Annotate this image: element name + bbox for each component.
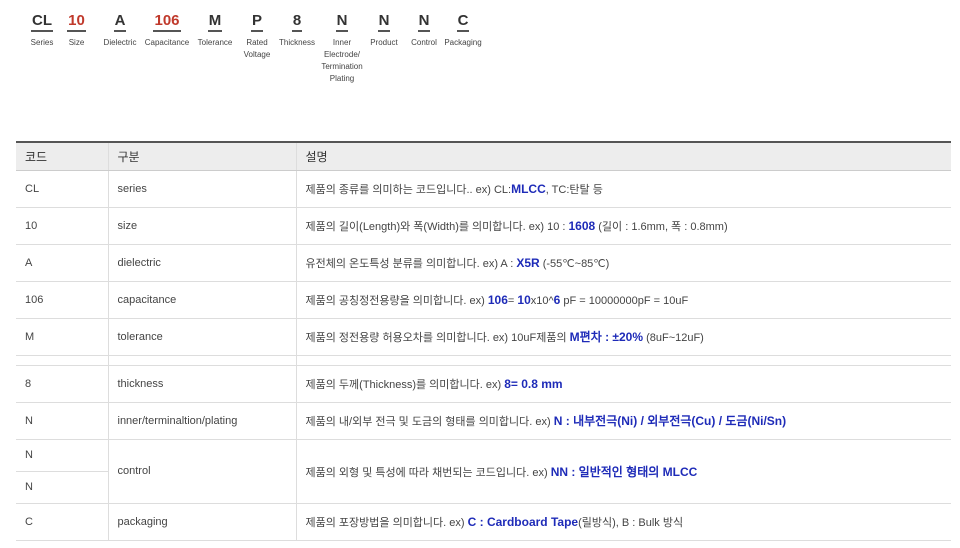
code-char: C	[456, 12, 470, 32]
code-size: 10 Size	[58, 12, 95, 49]
table-row-tolerance: M tolerance 제품의 정전용량 허용오차를 의미합니다. ex) 10…	[16, 318, 951, 356]
code-label: Packaging	[444, 38, 482, 47]
code-packaging: C Packaging	[443, 12, 483, 49]
table-row-series: CL series 제품의 종류를 의미하는 코드입니다.. ex) CL:ML…	[16, 170, 951, 208]
cell-code: CL	[16, 170, 108, 208]
cell-category: packaging	[107, 503, 296, 541]
cell-code: M	[16, 318, 108, 356]
cell-code: 106	[16, 281, 108, 319]
cell-category: size	[107, 207, 296, 245]
header-category: 구분	[107, 141, 296, 171]
cell-code	[16, 355, 108, 366]
code-capacitance: 106 Capacitance	[143, 12, 191, 49]
code-char: 10	[67, 12, 86, 32]
code-inner-electrode: N Inner Electrode/Termination Plating	[319, 12, 365, 85]
header-description: 설명	[295, 141, 951, 171]
code-control: N Control	[405, 12, 443, 49]
cell-description: 제품의 정전용량 허용오차를 의미합니다. ex) 10uF제품의 M편차 : …	[295, 318, 951, 356]
code-label: Inner Electrode/Termination Plating	[321, 38, 363, 83]
cell-description: 제품의 포장방법을 의미합니다. ex) C : Cardboard Tape(…	[295, 503, 951, 541]
code-char: 106	[153, 12, 181, 32]
cell-code: N	[16, 471, 108, 504]
code-label: Tolerance	[197, 38, 233, 47]
code-label: Dielectric	[103, 38, 137, 47]
cell-code: N	[16, 402, 108, 440]
table-row-capacitance: 106 capacitance 제품의 공칭정전용량을 의미합니다. ex) 1…	[16, 281, 951, 319]
table-row-control: N control 제품의 외형 및 특성에 따라 채번되는 코드입니다. ex…	[16, 439, 951, 504]
cell-category: series	[107, 170, 296, 208]
cell-category: inner/terminaltion/plating	[107, 402, 296, 440]
part-number-breakdown: CL Series 10 Size A Dielectric 106 Capac…	[26, 12, 483, 85]
code-thickness: 8 Thickness	[277, 12, 317, 49]
code-char: A	[113, 12, 127, 32]
code-char: P	[250, 12, 263, 32]
cell-code: 8	[16, 365, 108, 403]
table-row-size: 10 size 제품의 길이(Length)와 폭(Width)를 의미합니다.…	[16, 207, 951, 245]
cell-description: 제품의 종류를 의미하는 코드입니다.. ex) CL:MLCC, TC:탄탈 …	[295, 170, 951, 208]
table-row-dielectric: A dielectric 유전체의 온도특성 분류를 의미합니다. ex) A …	[16, 244, 951, 282]
cell-description: 유전체의 온도특성 분류를 의미합니다. ex) A : X5R (-55℃~8…	[295, 244, 951, 282]
table-row-packaging: C packaging 제품의 포장방법을 의미합니다. ex) C : Car…	[16, 503, 951, 541]
table-row-inner-termination-plating: N inner/terminaltion/plating 제품의 내/외부 전극…	[16, 402, 951, 440]
cell-category	[107, 355, 296, 366]
code-tolerance: M Tolerance	[195, 12, 235, 49]
code-label: Size	[68, 38, 85, 47]
cell-description: 제품의 두께(Thickness)를 의미합니다. ex) 8= 0.8 mm	[295, 365, 951, 403]
cell-category: capacitance	[107, 281, 296, 319]
code-char: N	[335, 12, 349, 32]
code-label: Capacitance	[144, 38, 190, 47]
table-header-row: 코드 구분 설명	[16, 141, 951, 171]
cell-description: 제품의 공칭정전용량을 의미합니다. ex) 106= 10x10^6 pF =…	[295, 281, 951, 319]
table-row-empty	[16, 355, 951, 366]
cell-code: C	[16, 503, 108, 541]
code-product: N Product	[367, 12, 401, 49]
code-label: Series	[30, 38, 54, 47]
code-label: Product	[370, 38, 398, 47]
cell-description	[295, 355, 951, 366]
cell-description: 제품의 길이(Length)와 폭(Width)를 의미합니다. ex) 10 …	[295, 207, 951, 245]
table-row-thickness: 8 thickness 제품의 두께(Thickness)를 의미합니다. ex…	[16, 365, 951, 403]
code-char: N	[417, 12, 431, 32]
code-dielectric: A Dielectric	[99, 12, 141, 49]
header-code: 코드	[16, 141, 108, 171]
cell-code: N	[16, 439, 108, 472]
code-char: N	[377, 12, 391, 32]
code-label: Thickness	[278, 38, 315, 47]
spec-table: 코드 구분 설명 CL series 제품의 종류를 의미하는 코드입니다.. …	[16, 141, 951, 541]
code-label: Control	[411, 38, 437, 47]
code-char: 8	[291, 12, 303, 32]
cell-code: A	[16, 244, 108, 282]
code-char: CL	[31, 12, 53, 32]
cell-category: thickness	[107, 365, 296, 403]
code-rated-voltage: P Rated Voltage	[239, 12, 275, 61]
cell-description: 제품의 내/외부 전극 및 도금의 형태를 의미합니다. ex) N : 내부전…	[295, 402, 951, 440]
cell-category: control	[107, 439, 296, 504]
cell-code: 10	[16, 207, 108, 245]
cell-category: dielectric	[107, 244, 296, 282]
code-char: M	[207, 12, 223, 32]
code-label: Rated Voltage	[243, 38, 271, 59]
cell-description: 제품의 외형 및 특성에 따라 채번되는 코드입니다. ex) NN : 일반적…	[295, 439, 951, 504]
cell-category: tolerance	[107, 318, 296, 356]
code-series: CL Series	[26, 12, 58, 49]
